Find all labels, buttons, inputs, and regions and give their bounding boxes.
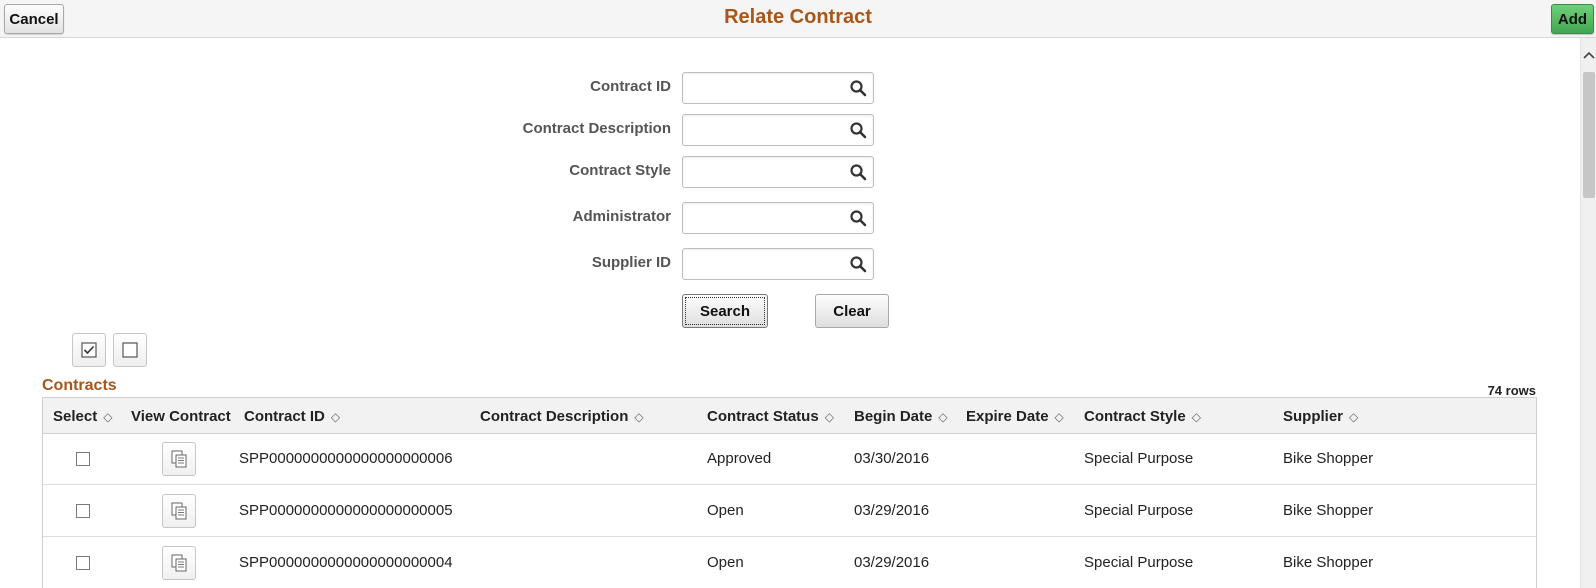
sort-icon: ◇: [103, 409, 113, 424]
column-header-begin-date[interactable]: Begin Date ◇: [854, 408, 948, 425]
clear-button[interactable]: Clear: [815, 294, 889, 328]
supplier-id-field[interactable]: [682, 248, 874, 280]
view-contract-button[interactable]: [162, 546, 196, 580]
administrator-label: Administrator: [572, 208, 671, 225]
deselect-all-button[interactable]: [113, 333, 147, 367]
column-header-expire-date[interactable]: Expire Date ◇: [966, 408, 1064, 425]
add-button[interactable]: Add: [1551, 4, 1594, 34]
contract-description-input[interactable]: [683, 115, 843, 145]
check-all-icon: [81, 342, 97, 358]
contract-id-field[interactable]: [682, 72, 874, 104]
select-all-button[interactable]: [72, 333, 106, 367]
column-header-label: View Contract: [131, 408, 231, 425]
column-header-label: Expire Date: [966, 408, 1049, 425]
document-icon: [171, 450, 187, 468]
cell-supplier: Bike Shopper: [1283, 554, 1374, 571]
sort-icon: ◇: [330, 409, 341, 424]
row-select-checkbox[interactable]: [76, 452, 90, 466]
row-select-checkbox[interactable]: [76, 556, 90, 570]
contract-id-label: Contract ID: [590, 78, 671, 95]
cell-contract-style: Special Purpose: [1084, 502, 1194, 519]
cell-supplier: Bike Shopper: [1283, 450, 1374, 467]
contracts-grid: Select ◇ View Contract Contract ID ◇ Contr…: [42, 397, 1537, 588]
column-header-contract-style[interactable]: Contract Style ◇: [1084, 408, 1201, 425]
contract-description-label: Contract Description: [522, 120, 671, 137]
supplier-id-input[interactable]: [683, 249, 843, 279]
cell-contract-id: SPP0000000000000000000005: [239, 502, 453, 519]
document-icon: [171, 502, 187, 520]
column-header-select[interactable]: Select ◇: [53, 408, 112, 425]
cell-begin-date: 03/30/2016: [854, 450, 930, 467]
row-count: 74 rows: [1487, 383, 1536, 398]
cell-begin-date: 03/29/2016: [854, 502, 930, 519]
cell-begin-date: 03/29/2016: [854, 554, 930, 571]
sort-icon: ◇: [1191, 409, 1201, 424]
column-header-contract-description[interactable]: Contract Description ◇: [480, 408, 644, 425]
contract-style-label: Contract Style: [569, 162, 671, 179]
cell-contract-style: Special Purpose: [1084, 554, 1194, 571]
grid-header-row: Select ◇ View Contract Contract ID ◇ Contr…: [43, 398, 1536, 434]
sort-icon: ◇: [1054, 409, 1064, 424]
uncheck-all-icon: [122, 342, 138, 358]
cell-contract-id: SPP0000000000000000000006: [239, 450, 453, 467]
search-icon[interactable]: [849, 209, 867, 227]
page-header: Cancel Relate Contract Add: [0, 0, 1596, 38]
contract-description-field[interactable]: [682, 114, 874, 146]
scroll-thumb[interactable]: [1583, 72, 1595, 198]
search-icon[interactable]: [849, 163, 867, 181]
sort-icon: ◇: [938, 409, 948, 424]
column-header-label: Contract ID: [244, 408, 325, 425]
view-contract-button[interactable]: [162, 442, 196, 476]
column-header-label: Begin Date: [854, 408, 933, 425]
cell-contract-status: Open: [707, 502, 744, 519]
search-icon[interactable]: [849, 79, 867, 97]
column-header-contract-status[interactable]: Contract Status ◇: [707, 408, 834, 425]
table-row: SPP0000000000000000000006 Approved 03/30…: [43, 434, 1536, 485]
column-header-contract-id[interactable]: Contract ID ◇: [244, 408, 340, 425]
view-contract-button[interactable]: [162, 494, 196, 528]
administrator-input[interactable]: [683, 203, 843, 233]
search-icon[interactable]: [849, 255, 867, 273]
document-icon: [171, 554, 187, 572]
column-header-label: Contract Description: [480, 408, 629, 425]
sort-icon: ◇: [634, 409, 644, 424]
search-icon[interactable]: [849, 121, 867, 139]
sort-icon: ◇: [1349, 409, 1359, 424]
column-header-label: Contract Status: [707, 408, 819, 425]
table-row: SPP0000000000000000000005 Open 03/29/201…: [43, 486, 1536, 537]
column-header-label: Supplier: [1283, 408, 1344, 425]
cell-contract-style: Special Purpose: [1084, 450, 1194, 467]
cell-contract-status: Open: [707, 554, 744, 571]
column-header-view-contract: View Contract: [131, 408, 231, 425]
grid-title: Contracts: [42, 377, 117, 394]
cell-contract-id: SPP0000000000000000000004: [239, 554, 453, 571]
scroll-up-arrow-icon[interactable]: [1581, 48, 1596, 62]
cell-supplier: Bike Shopper: [1283, 502, 1374, 519]
supplier-id-label: Supplier ID: [591, 254, 671, 271]
administrator-field[interactable]: [682, 202, 874, 234]
column-header-label: Select: [53, 408, 98, 425]
sort-icon: ◇: [824, 409, 834, 424]
page-title: Relate Contract: [724, 6, 872, 28]
column-header-label: Contract Style: [1084, 408, 1186, 425]
vertical-scrollbar[interactable]: [1580, 38, 1596, 588]
contract-style-input[interactable]: [683, 157, 843, 187]
contract-id-input[interactable]: [683, 73, 843, 103]
contract-style-field[interactable]: [682, 156, 874, 188]
column-header-supplier[interactable]: Supplier ◇: [1283, 408, 1358, 425]
table-row: SPP0000000000000000000004 Open 03/29/201…: [43, 538, 1536, 588]
search-button[interactable]: Search: [682, 294, 768, 328]
cell-contract-status: Approved: [707, 450, 772, 467]
row-select-checkbox[interactable]: [76, 504, 90, 518]
